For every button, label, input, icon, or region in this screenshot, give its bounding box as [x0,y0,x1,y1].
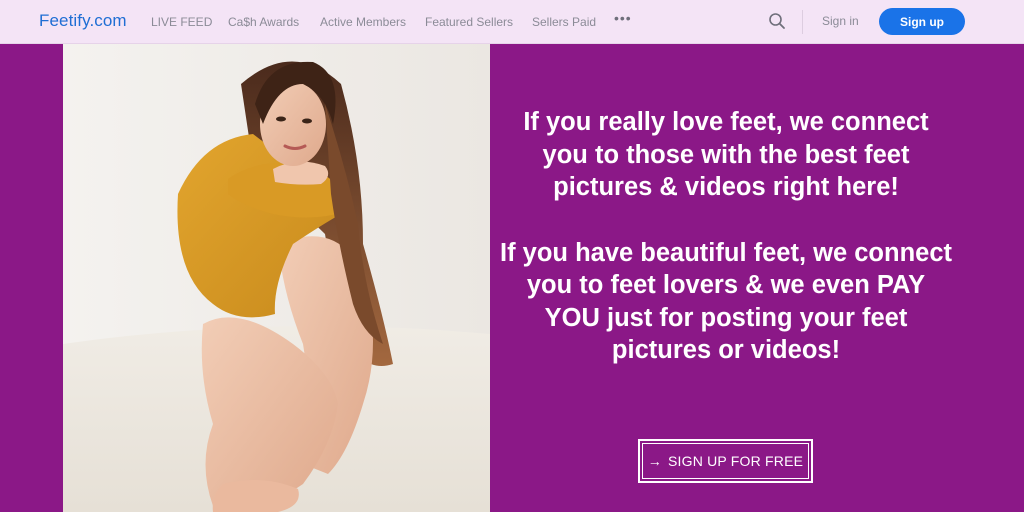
hero-photo [63,44,490,512]
sign-up-button[interactable]: Sign up [879,8,965,35]
nav-divider [802,10,803,34]
top-navigation-bar: Feetify.com LIVE FEED Ca$h Awards Active… [0,0,1024,44]
nav-cash-awards[interactable]: Ca$h Awards [228,15,299,29]
sign-in-link[interactable]: Sign in [822,14,859,28]
sign-up-free-label: SIGN UP FOR FREE [668,453,804,469]
nav-sellers-paid[interactable]: Sellers Paid [532,15,596,29]
hero-section: If you really love feet, we connect you … [0,44,1024,512]
nav-live-feed[interactable]: LIVE FEED [151,15,212,29]
arrow-right-icon: → [647,453,662,469]
hero-message: If you really love feet, we connect you … [500,106,952,367]
hero-paragraph-sellers: If you have beautiful feet, we connect y… [500,238,953,365]
sign-up-free-button[interactable]: → SIGN UP FOR FREE [638,439,813,483]
sign-up-free-button-inner: → SIGN UP FOR FREE [642,443,809,479]
nav-featured-sellers[interactable]: Featured Sellers [425,15,513,29]
site-logo[interactable]: Feetify.com [39,11,127,31]
hero-paragraph-buyers: If you really love feet, we connect you … [523,108,929,201]
search-icon[interactable] [768,12,786,30]
more-horizontal-icon[interactable]: ••• [614,10,632,26]
nav-active-members[interactable]: Active Members [320,15,406,29]
